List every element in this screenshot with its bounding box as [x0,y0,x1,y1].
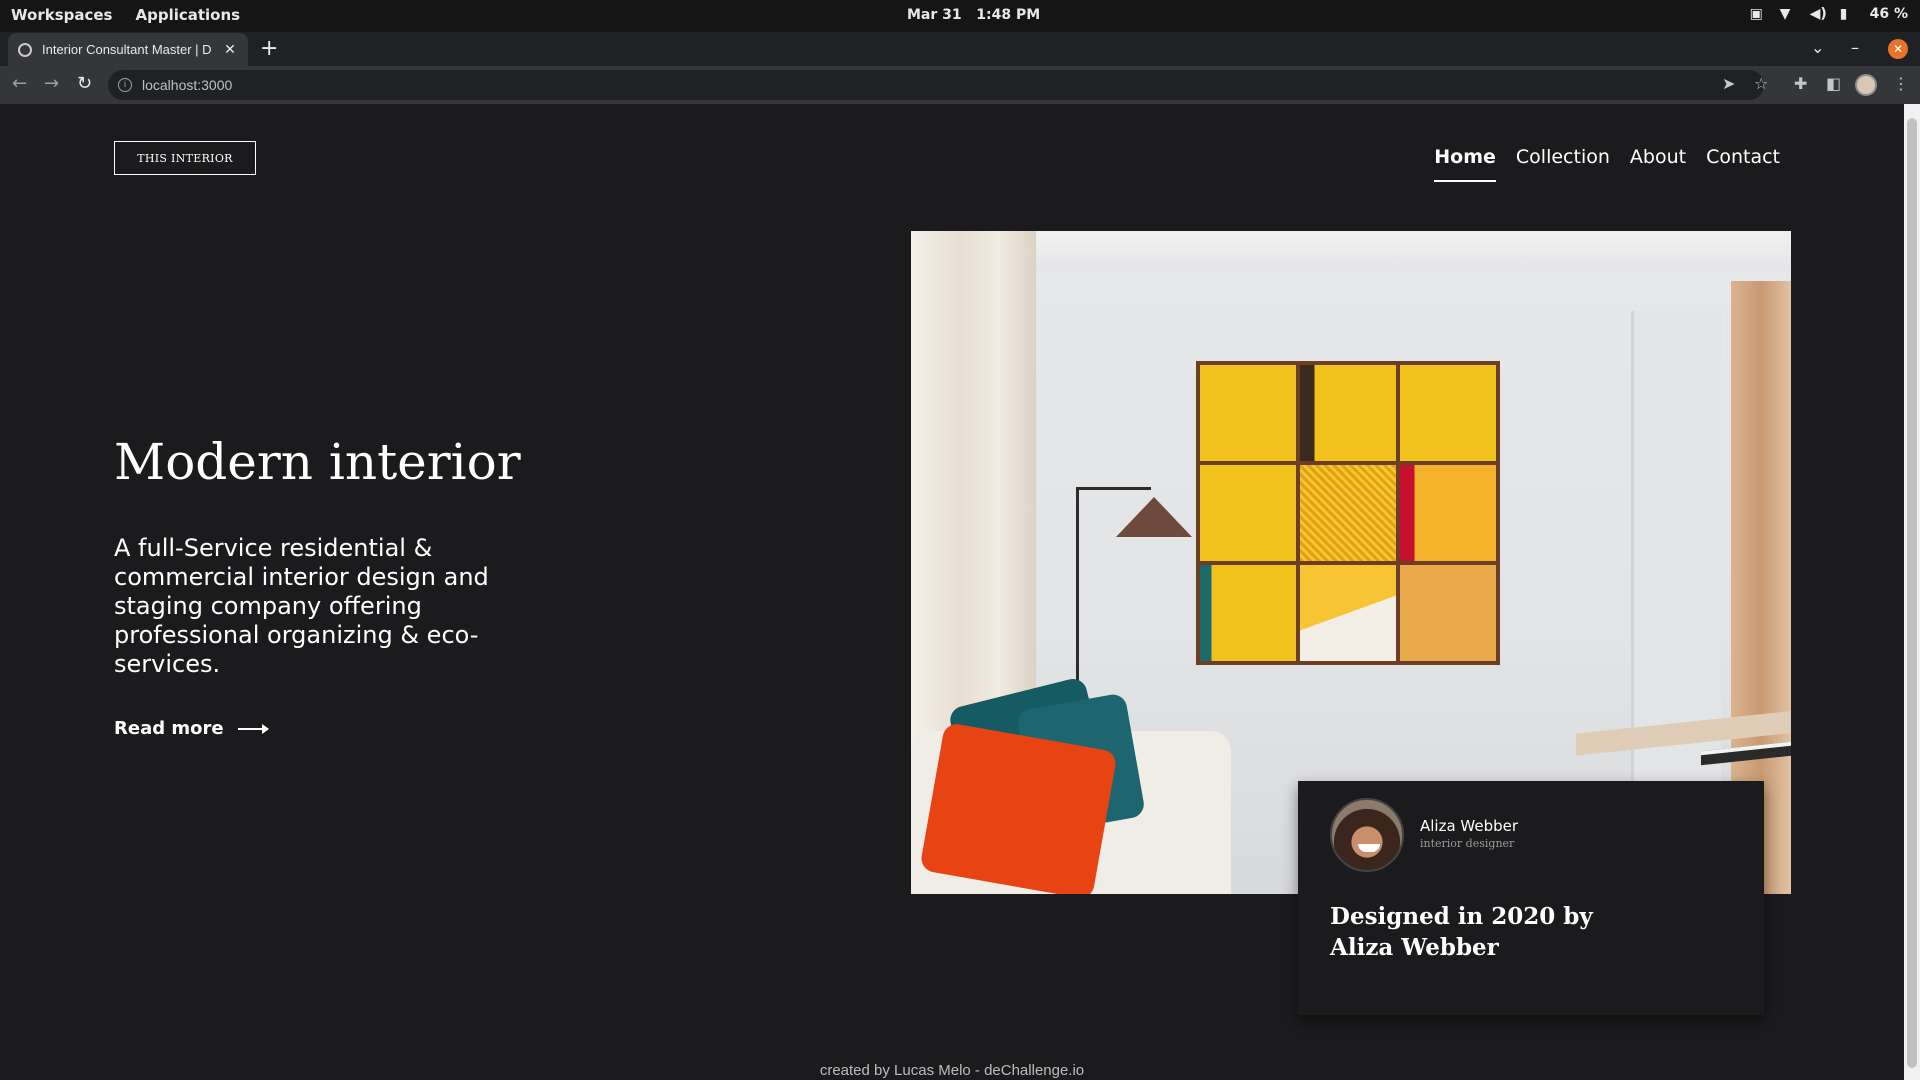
clock[interactable]: Mar 31 1:48 PM [907,7,1040,23]
designer-avatar [1330,798,1404,872]
globe-icon [18,42,32,57]
tab-strip: Interior Consultant Master | D ✕ [0,32,1920,66]
os-top-bar: Workspaces Applications Mar 31 1:48 PM ▣… [0,0,1920,32]
date-label: Mar 31 [907,7,962,23]
main-nav: Home Collection About Contact [1434,146,1780,182]
site-logo[interactable]: THIS INTERIOR [114,141,256,175]
nav-home[interactable]: Home [1434,146,1496,182]
bookmark-star-icon[interactable]: ☆ [1754,76,1768,92]
profile-avatar-icon[interactable] [1855,74,1877,96]
volume-icon[interactable]: ◀) [1810,6,1827,22]
read-more-link[interactable]: Read more [114,718,269,739]
designer-card: Aliza Webber interior designer Designed … [1298,781,1764,1015]
battery-percent: 46 % [1869,6,1908,22]
designer-name: Aliza Webber [1420,817,1519,835]
close-tab-icon[interactable]: ✕ [222,42,238,58]
scrollbar-thumb[interactable] [1907,118,1917,1068]
side-panel-icon[interactable]: ◧ [1826,76,1841,92]
footer-credit: created by Lucas Melo - deChallenge.io [819,1062,1085,1079]
send-icon[interactable]: ➤ [1722,76,1735,92]
battery-icon[interactable]: ▮ [1840,6,1856,22]
hero-description: A full-Service residential & commercial … [114,534,489,678]
wifi-icon[interactable]: ▼ [1780,6,1796,22]
designed-by-text: Designed in 2020 by Aliza Webber [1330,903,1593,961]
minimize-icon[interactable]: – [1851,38,1859,57]
time-label: 1:48 PM [976,7,1041,23]
info-icon[interactable]: i [118,78,132,92]
arrow-right-icon [237,723,269,734]
designer-role: interior designer [1420,837,1515,850]
page-scrollbar[interactable] [1904,104,1920,1080]
read-more-label: Read more [114,718,224,739]
forward-arrow-icon[interactable]: → [44,75,59,93]
tab-search-chevron-icon[interactable]: ⌄ [1811,38,1824,57]
new-tab-button[interactable]: + [260,38,278,60]
workspaces-menu[interactable]: Workspaces [11,6,112,24]
nav-about[interactable]: About [1630,146,1686,182]
nav-contact[interactable]: Contact [1706,146,1780,182]
back-arrow-icon[interactable]: ← [12,75,27,93]
extensions-puzzle-icon[interactable]: ✚ [1794,76,1807,92]
nav-collection[interactable]: Collection [1516,146,1610,182]
close-window-icon[interactable]: ✕ [1888,39,1908,59]
reload-icon[interactable]: ↻ [77,75,92,93]
menu-kebab-icon[interactable]: ⋮ [1893,76,1909,92]
browser-tab[interactable]: Interior Consultant Master | D ✕ [8,33,248,66]
screen-share-icon[interactable]: ▣ [1750,6,1766,22]
wall-art [1196,361,1500,665]
hero-title: Modern interior [114,433,521,491]
applications-menu[interactable]: Applications [135,6,240,24]
url-field[interactable]: i localhost:3000 [108,70,1764,100]
address-toolbar: ← → ↻ i localhost:3000 ➤ ☆ ✚ ◧ ⋮ [0,66,1920,104]
page-content: THIS INTERIOR Home Collection About Cont… [0,104,1904,1080]
tab-title: Interior Consultant Master | D [42,42,212,57]
url-text: localhost:3000 [142,77,233,93]
